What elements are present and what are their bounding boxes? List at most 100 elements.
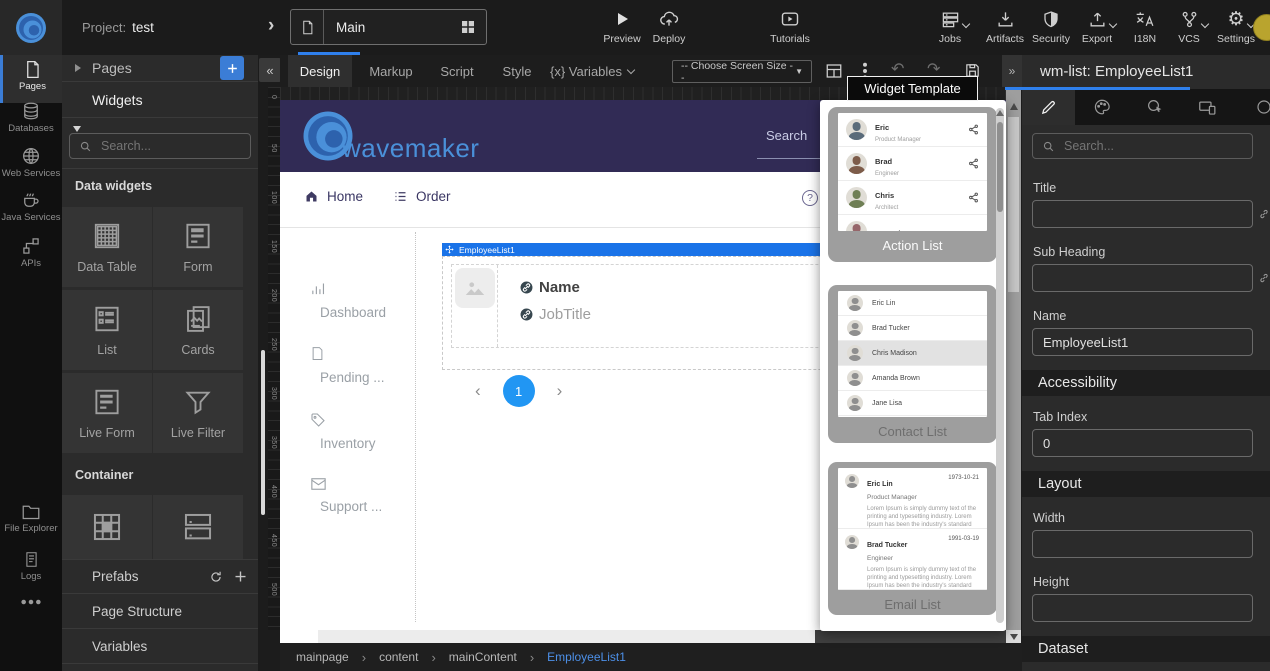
i18n-menu[interactable]: I18N bbox=[1122, 9, 1168, 45]
panel-scrollbar[interactable] bbox=[261, 350, 265, 515]
height-field[interactable] bbox=[1032, 594, 1253, 622]
preview-button[interactable]: Preview bbox=[599, 9, 645, 45]
add-page-button[interactable] bbox=[220, 56, 244, 80]
page-structure-section-header[interactable]: Page Structure bbox=[62, 594, 258, 629]
template-action-list[interactable]: EricProduct Manager BradEngineer ChrisAr… bbox=[828, 107, 997, 262]
security-menu[interactable]: Security bbox=[1028, 9, 1074, 45]
current-page-button[interactable]: 1 bbox=[503, 375, 535, 407]
next-page-icon[interactable]: › bbox=[557, 381, 563, 401]
tab-markup[interactable]: Markup bbox=[360, 55, 422, 87]
sidebar-item-logs[interactable]: Logs bbox=[0, 545, 62, 583]
widget-tile-live-filter[interactable]: Live Filter bbox=[153, 373, 243, 453]
widget-tile-list[interactable]: List bbox=[62, 290, 152, 370]
app-sidenav-dashboard[interactable]: Dashboard bbox=[296, 280, 406, 320]
variables-section-header[interactable]: Variables bbox=[62, 629, 258, 664]
properties-search-input[interactable] bbox=[1062, 138, 1243, 154]
template-contact-list[interactable]: Eric Lin Brad Tucker Chris Madison Amand… bbox=[828, 285, 997, 443]
width-field[interactable] bbox=[1032, 530, 1253, 558]
name-field[interactable] bbox=[1032, 328, 1253, 356]
tab-index-field[interactable] bbox=[1032, 429, 1253, 457]
app-sidenav-inventory[interactable]: Inventory bbox=[296, 412, 406, 451]
breadcrumb-item[interactable]: content bbox=[379, 650, 418, 664]
vcs-menu[interactable]: VCS bbox=[1166, 9, 1212, 45]
breadcrumb-separator bbox=[431, 650, 435, 665]
sidebar-item-java-services[interactable]: Java Services bbox=[0, 185, 62, 224]
screen-size-select[interactable]: -- Choose Screen Size -- ▼ bbox=[672, 60, 812, 83]
canvas-vertical-scrollbar[interactable] bbox=[1006, 89, 1021, 630]
more-options-icon[interactable] bbox=[0, 593, 62, 606]
artifacts-menu[interactable]: Artifacts bbox=[982, 9, 1028, 45]
collapse-panel-button[interactable]: « bbox=[259, 58, 281, 82]
chevron-right-icon[interactable]: › bbox=[268, 15, 274, 37]
pages-section-header[interactable]: Pages bbox=[62, 55, 258, 82]
widget-tile-accordion[interactable] bbox=[153, 495, 243, 559]
widget-searchbox[interactable] bbox=[69, 133, 251, 159]
app-sidenav-pending[interactable]: Pending ... bbox=[296, 345, 406, 385]
wavemaker-studio-logo[interactable] bbox=[0, 0, 62, 55]
add-prefab-icon[interactable] bbox=[233, 569, 248, 584]
bind-link-icon[interactable] bbox=[1258, 208, 1270, 220]
sub-heading-field[interactable] bbox=[1032, 264, 1253, 292]
scroll-thumb[interactable] bbox=[815, 630, 1006, 643]
project-value: test bbox=[132, 20, 154, 35]
help-icon[interactable]: ? bbox=[802, 190, 818, 206]
tab-styles[interactable] bbox=[1075, 89, 1128, 125]
app-nav-home[interactable]: Home bbox=[304, 189, 363, 204]
widget-search-input[interactable] bbox=[99, 138, 241, 154]
app-brand-text: wavemaker bbox=[342, 133, 479, 164]
breadcrumb-item[interactable]: mainContent bbox=[449, 650, 517, 664]
breadcrumb: mainpage content mainContent EmployeeLis… bbox=[280, 643, 1022, 671]
app-sidenav-support[interactable]: Support ... bbox=[296, 477, 406, 514]
accessibility-section[interactable]: Accessibility bbox=[1022, 370, 1270, 396]
widget-tile-layout-grid[interactable] bbox=[62, 495, 152, 559]
app-nav-order[interactable]: Order bbox=[393, 189, 451, 204]
widget-tile-data-table[interactable]: Data Table bbox=[62, 207, 152, 287]
sidebar-item-file-explorer[interactable]: File Explorer bbox=[0, 498, 62, 535]
tab-script[interactable]: Script bbox=[428, 55, 486, 87]
scroll-thumb[interactable] bbox=[997, 122, 1003, 212]
canvas-horizontal-scrollbar[interactable] bbox=[280, 630, 1006, 643]
tab-design[interactable]: Design bbox=[288, 55, 352, 87]
popup-scrollbar[interactable] bbox=[996, 108, 1004, 623]
list-item-picture-cell[interactable] bbox=[452, 265, 498, 347]
jobs-menu[interactable]: Jobs bbox=[927, 9, 973, 45]
scroll-thumb[interactable] bbox=[1008, 117, 1019, 292]
widget-tile-live-form[interactable]: Live Form bbox=[62, 373, 152, 453]
widget-tile-form[interactable]: Form bbox=[153, 207, 243, 287]
app-search-label[interactable]: Search bbox=[766, 128, 807, 143]
tab-devices[interactable] bbox=[1181, 89, 1234, 125]
dataset-section[interactable]: Dataset bbox=[1022, 636, 1270, 662]
tab-more[interactable] bbox=[1234, 89, 1270, 125]
sidebar-item-web-services[interactable]: Web Services bbox=[0, 141, 62, 180]
deploy-button[interactable]: Deploy bbox=[646, 9, 692, 45]
prefabs-section-header[interactable]: Prefabs bbox=[62, 559, 258, 594]
studio-top-bar: Project: test › Main Preview Deploy Tuto… bbox=[0, 0, 1270, 55]
widget-tile-cards[interactable]: Cards bbox=[153, 290, 243, 370]
sidebar-item-apis[interactable]: APIs bbox=[0, 231, 62, 270]
tab-properties[interactable] bbox=[1022, 89, 1075, 125]
layout-columns-icon[interactable] bbox=[825, 62, 843, 80]
expand-panel-button[interactable]: » bbox=[1002, 55, 1022, 87]
sidebar-item-databases[interactable]: Databases bbox=[0, 96, 62, 135]
template-row: Amanda Brown bbox=[838, 366, 987, 391]
layout-section[interactable]: Layout bbox=[1022, 471, 1270, 497]
scroll-up-icon[interactable] bbox=[996, 110, 1004, 116]
bind-link-icon[interactable] bbox=[1258, 272, 1270, 284]
scroll-down-icon[interactable] bbox=[1006, 630, 1021, 643]
scroll-up-icon[interactable] bbox=[1010, 103, 1018, 110]
page-selector[interactable]: Main bbox=[290, 9, 487, 45]
export-menu[interactable]: Export bbox=[1074, 9, 1120, 45]
widgets-section-header[interactable]: Widgets bbox=[62, 83, 258, 118]
tab-style[interactable]: Style bbox=[492, 55, 542, 87]
pages-grid-icon[interactable] bbox=[459, 18, 486, 36]
variables-menu[interactable]: {x} Variables bbox=[550, 55, 634, 87]
title-field[interactable] bbox=[1032, 200, 1253, 228]
previous-page-icon[interactable]: ‹ bbox=[475, 381, 481, 401]
refresh-icon[interactable] bbox=[209, 570, 223, 584]
template-email-list[interactable]: Eric Lin 1973-10-21 Product Manager Lore… bbox=[828, 462, 997, 615]
tab-events[interactable] bbox=[1128, 89, 1181, 125]
properties-searchbox[interactable] bbox=[1032, 133, 1253, 159]
breadcrumb-item-active[interactable]: EmployeeList1 bbox=[547, 650, 626, 664]
tutorials-button[interactable]: Tutorials bbox=[767, 9, 813, 45]
breadcrumb-item[interactable]: mainpage bbox=[296, 650, 349, 664]
